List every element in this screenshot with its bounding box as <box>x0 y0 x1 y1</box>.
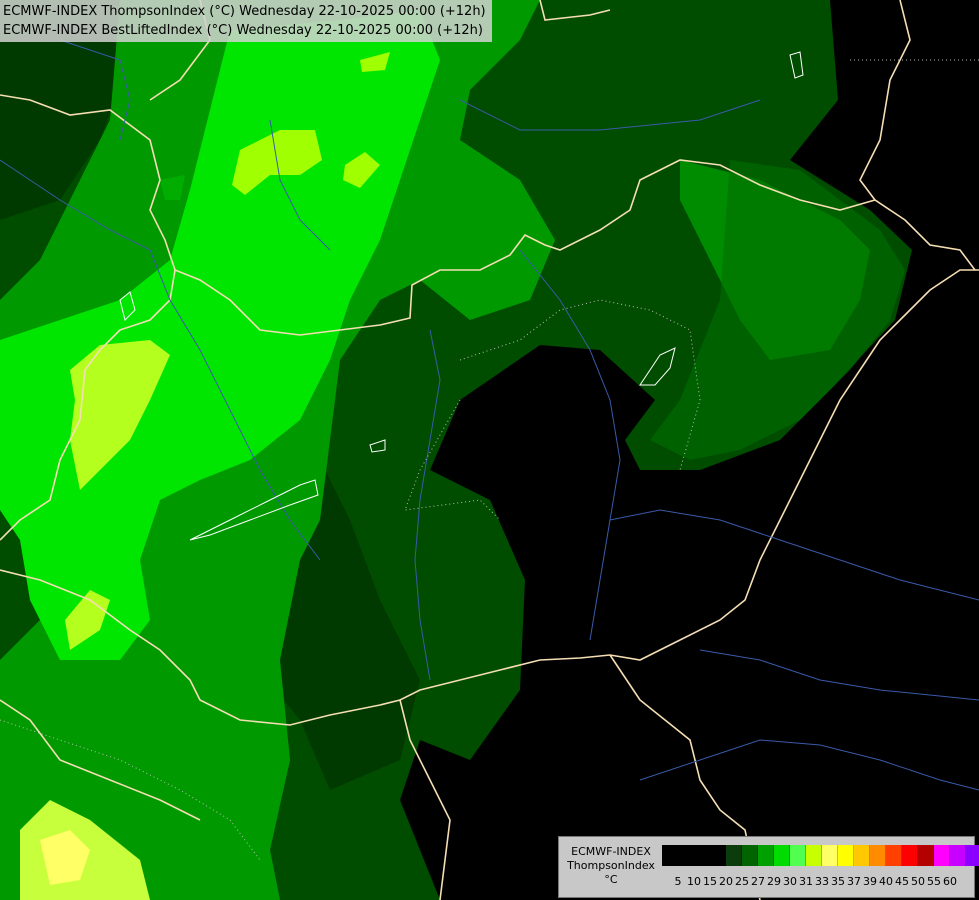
legend-swatch <box>806 845 822 866</box>
legend-swatch <box>934 845 950 866</box>
color-legend: ECMWF-INDEX ThompsonIndex °C 5 10 15 20 25 27… <box>558 836 979 898</box>
legend-tick-label: 31 <box>799 875 813 888</box>
weather-map <box>0 0 979 900</box>
legend-swatch <box>662 845 678 866</box>
legend-tick-label: 5 <box>674 875 682 888</box>
legend-tick-label: 27 <box>751 875 765 888</box>
legend-swatch <box>758 845 774 866</box>
legend-tick-label: 25 <box>735 875 749 888</box>
legend-swatch <box>710 845 726 866</box>
legend-ticks: 5 10 15 20 25 27 29 30 31 33 35 37 39 40 45 50 55 60 <box>662 875 979 889</box>
header-line-thompson: ECMWF-INDEX ThompsonIndex (°C) Wednesday… <box>3 4 486 19</box>
legend-swatch <box>678 845 694 866</box>
map-header: ECMWF-INDEX ThompsonIndex (°C) Wednesday… <box>0 0 492 42</box>
legend-swatches <box>662 845 979 866</box>
legend-swatch <box>742 845 758 866</box>
legend-swatch <box>886 845 902 866</box>
legend-unit: °C <box>604 873 618 886</box>
legend-tick-label: 10 <box>687 875 701 888</box>
legend-tick-label: 40 <box>879 875 893 888</box>
legend-swatch <box>966 845 979 866</box>
legend-swatch <box>694 845 710 866</box>
legend-tick-label: 39 <box>863 875 877 888</box>
legend-swatch <box>854 845 870 866</box>
legend-tick-label: 50 <box>911 875 925 888</box>
legend-tick-label: 35 <box>831 875 845 888</box>
legend-swatch <box>838 845 854 866</box>
legend-tick-label: 30 <box>783 875 797 888</box>
legend-swatch <box>822 845 838 866</box>
legend-swatch <box>774 845 790 866</box>
legend-swatch <box>726 845 742 866</box>
legend-swatch <box>790 845 806 866</box>
legend-tick-label: 37 <box>847 875 861 888</box>
legend-title-line2: ThompsonIndex <box>567 859 655 872</box>
legend-swatch <box>902 845 918 866</box>
legend-swatch <box>870 845 886 866</box>
legend-tick-label: 33 <box>815 875 829 888</box>
legend-tick-label: 45 <box>895 875 909 888</box>
legend-tick-label: 20 <box>719 875 733 888</box>
legend-tick-label: 29 <box>767 875 781 888</box>
legend-tick-label: 15 <box>703 875 717 888</box>
legend-swatch <box>950 845 966 866</box>
header-line-bestlifted: ECMWF-INDEX BestLiftedIndex (°C) Wednesd… <box>3 23 483 38</box>
legend-title: ECMWF-INDEX ThompsonIndex °C <box>563 845 659 887</box>
legend-tick-label: 55 <box>927 875 941 888</box>
legend-title-line1: ECMWF-INDEX <box>571 845 651 858</box>
legend-swatch <box>918 845 934 866</box>
legend-tick-label: 60 <box>943 875 957 888</box>
